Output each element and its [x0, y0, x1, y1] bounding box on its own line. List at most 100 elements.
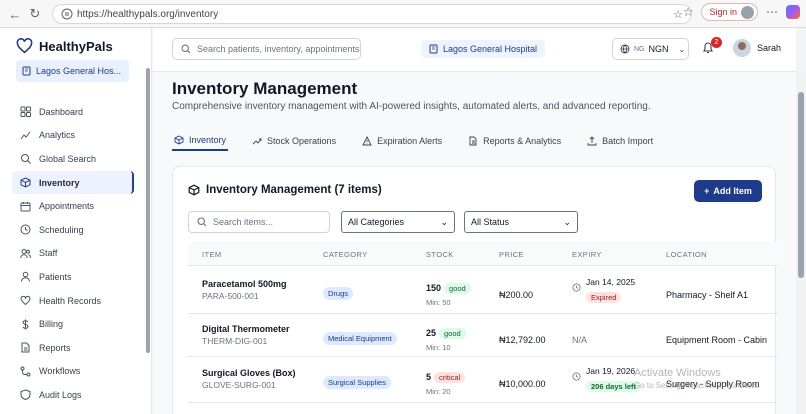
more-icon[interactable]: ⋯	[766, 5, 778, 19]
table-header: ITEM CATEGORY STOCK PRICE EXPIRY LOCATIO…	[188, 242, 777, 266]
tab-label: Expiration Alerts	[377, 136, 443, 146]
sidebar-item-reports[interactable]: Reports	[12, 336, 134, 360]
item-sku: GLOVE-SURG-001	[202, 380, 276, 390]
search-placeholder: Search patients, inventory, appointments	[197, 44, 360, 54]
favorites-icon[interactable]: ☆	[683, 5, 694, 19]
status-filter-select[interactable]: All Status ⌄	[464, 211, 578, 233]
sidebar-item-label: Global Search	[39, 153, 97, 164]
item-location: Equipment Room - Cabin	[666, 335, 768, 345]
sidebar-item-audit-logs[interactable]: Audit Logs	[12, 383, 134, 407]
user-menu[interactable]: Sarah	[733, 39, 781, 57]
sidebar-item-staff[interactable]: Staff	[12, 242, 134, 266]
table-row[interactable]: Digital Thermometer THERM-DIG-001 Medical …	[188, 314, 777, 357]
currency-selector[interactable]: NG NGN ⌄	[612, 38, 689, 60]
stock-status-badge: critical	[434, 372, 466, 383]
column-header-location[interactable]: LOCATION	[666, 250, 707, 259]
column-header-price[interactable]: PRICE	[499, 250, 524, 259]
sidebar-item-billing[interactable]: Billing	[12, 312, 134, 336]
hospital-badge: Lagos General Hospital	[421, 40, 546, 58]
box-icon	[174, 135, 184, 145]
sidebar-item-label: Inventory	[39, 177, 80, 188]
sidebar-item-scheduling[interactable]: Scheduling	[12, 218, 134, 242]
item-name[interactable]: Surgical Gloves (Box)	[202, 368, 296, 378]
column-header-stock[interactable]: STOCK	[426, 250, 454, 259]
sidebar-item-inventory[interactable]: Inventory	[12, 170, 134, 195]
sidebar-item-appointments[interactable]: Appointments	[12, 194, 134, 218]
tab-reports-analytics[interactable]: Reports & Analytics	[466, 131, 563, 151]
sidebar-item-label: Scheduling	[39, 224, 84, 235]
expiry-cell: N/A	[572, 330, 587, 348]
sidebar-scrollbar[interactable]	[146, 68, 150, 353]
tab-batch-import[interactable]: Batch Import	[585, 131, 655, 151]
category-filter-select[interactable]: All Categories ⌄	[341, 211, 455, 233]
activation-watermark: Activate Windows	[634, 367, 721, 379]
reload-icon[interactable]: ↻	[24, 3, 46, 25]
clock-icon	[572, 372, 581, 381]
column-header-item[interactable]: ITEM	[202, 250, 222, 259]
sidebar-item-patients[interactable]: Patients	[12, 265, 134, 289]
plus-icon: +	[704, 186, 710, 196]
stock-status-badge: good	[439, 328, 466, 339]
tab-bar: Inventory Stock Operations Expiration Al…	[172, 131, 677, 151]
user-icon	[21, 272, 30, 282]
sign-in-button[interactable]: Sign in	[701, 3, 758, 21]
hospital-selector[interactable]: Lagos General Hos...	[16, 60, 129, 82]
tab-label: Stock Operations	[267, 136, 337, 146]
file-icon	[469, 136, 477, 146]
category-filter-value: All Categories	[348, 217, 405, 227]
box-icon	[188, 184, 200, 196]
site-info-icon[interactable]	[61, 8, 73, 20]
address-bar[interactable]: https://healthypals.org/inventory ☆	[52, 4, 692, 24]
copilot-icon[interactable]	[786, 5, 800, 19]
page-title: Inventory Management	[172, 79, 358, 98]
activation-watermark-hint: Go to Settings to activate Windows.	[634, 381, 761, 390]
heart-logo-icon	[16, 38, 33, 54]
currency-flag: NG	[634, 45, 645, 53]
add-item-button[interactable]: + Add Item	[694, 180, 762, 202]
sidebar-item-global-search[interactable]: Global Search	[12, 147, 134, 171]
column-header-category[interactable]: CATEGORY	[323, 250, 368, 259]
tab-expiration-alerts[interactable]: Expiration Alerts	[360, 131, 444, 151]
item-name[interactable]: Paracetamol 500mg	[202, 279, 287, 289]
expiry-badge: 206 days left	[586, 381, 642, 392]
building-icon	[22, 66, 31, 76]
global-search-input[interactable]: Search patients, inventory, appointments	[172, 38, 361, 60]
sidebar-item-label: Billing	[39, 319, 64, 330]
chevron-down-icon: ⌄	[678, 44, 686, 54]
brand[interactable]: HealthyPals	[16, 38, 113, 54]
column-header-expiry[interactable]: EXPIRY	[572, 250, 602, 259]
notification-count: 2	[711, 37, 722, 48]
card-title: Inventory Management (7 items)	[188, 184, 382, 196]
scrollbar-thumb[interactable]	[798, 92, 804, 278]
tab-stock-operations[interactable]: Stock Operations	[250, 131, 338, 151]
card-title-text: Inventory Management (7 items)	[206, 184, 382, 196]
stock-count: 150	[426, 283, 442, 293]
item-price: ₦12,792.00	[499, 335, 546, 345]
sidebar-item-health-records[interactable]: Health Records	[12, 289, 134, 313]
item-search-input[interactable]: Search items...	[188, 211, 330, 233]
sidebar-item-workflows[interactable]: Workflows	[12, 360, 134, 384]
item-search-placeholder: Search items...	[213, 217, 274, 227]
category-badge: Surgical Supplies	[323, 376, 391, 389]
sidebar-item-label: Patients	[39, 271, 72, 282]
sidebar: HealthyPals Lagos General Hos... Dashboa…	[0, 28, 152, 414]
stock-minimum: Min: 20	[426, 387, 451, 396]
sidebar-item-dashboard[interactable]: Dashboard	[12, 100, 134, 124]
search-icon	[21, 154, 31, 165]
sidebar-item-analytics[interactable]: Analytics	[12, 124, 134, 148]
sign-in-label: Sign in	[709, 7, 737, 17]
tab-inventory[interactable]: Inventory	[172, 131, 229, 151]
table-row[interactable]: Paracetamol 500mg PARA-500-001 Drugs 150 goo…	[188, 267, 777, 314]
table-row[interactable]: Surgical Gloves (Box) GLOVE-SURG-001 Surgi…	[188, 357, 777, 403]
profile-avatar	[741, 5, 754, 19]
stock-minimum: Min: 50	[426, 298, 451, 307]
chevron-down-icon: ⌄	[563, 216, 571, 227]
star-icon[interactable]: ☆	[673, 8, 683, 21]
expiry-date: Jan 14, 2025	[586, 277, 636, 287]
back-icon[interactable]: ←	[4, 3, 26, 25]
currency-code: NGN	[648, 44, 669, 54]
search-icon	[181, 44, 191, 54]
dollar-icon	[22, 319, 29, 330]
item-name[interactable]: Digital Thermometer	[202, 324, 290, 334]
main-scrollbar[interactable]	[796, 72, 806, 414]
